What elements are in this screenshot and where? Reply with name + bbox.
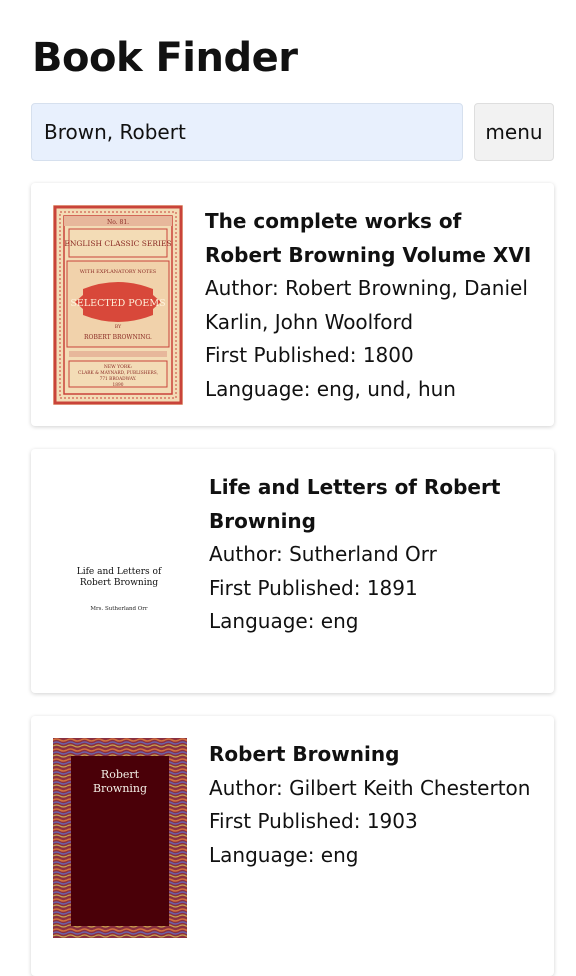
book-first-published: First Published: 1903 (209, 809, 418, 833)
search-input[interactable] (31, 103, 463, 161)
cover-number: No. 81. (107, 219, 129, 226)
search-bar: menu (31, 103, 554, 161)
book-language: Language: eng (209, 842, 359, 867)
cover-year: 1890 (113, 383, 124, 388)
book-title[interactable]: The complete works of Robert Browning Vo… (205, 205, 540, 272)
book-language: Language: eng (209, 609, 359, 633)
result-card[interactable]: Life and Letters of Robert Browning Mrs.… (31, 449, 554, 693)
book-first-published: First Published: 1800 (205, 343, 414, 367)
book-first-published: First Published: 1891 (209, 575, 418, 600)
cover-author: Mrs. Sutherland Orr (90, 606, 148, 612)
cover-title-line-1: Robert (101, 768, 140, 781)
cover-city: NEW YORK: (104, 364, 133, 370)
book-author: Author: Gilbert Keith Chesterton (209, 775, 531, 800)
cover-publisher: CLARK & MAYNARD, PUBLISHERS, (78, 371, 158, 376)
book-cover-image[interactable]: Robert Browning (53, 738, 187, 938)
book-cover-image[interactable]: No. 81. ENGLISH CLASSIC SERIES WITH EXPL… (53, 205, 183, 405)
cover-title-line-2: Browning (93, 782, 147, 795)
book-title[interactable]: Life and Letters of Robert Browning (209, 471, 544, 538)
result-card[interactable]: Robert Browning Robert Browning Author: … (31, 716, 554, 976)
book-title[interactable]: Robert Browning (209, 738, 544, 772)
cover-title-line-1: Life and Letters of (77, 567, 162, 577)
cover-series: ENGLISH CLASSIC SERIES (64, 239, 171, 248)
cover-title-line-2: Robert Browning (80, 578, 159, 588)
book-author: Author: Robert Browning, Daniel Karlin, … (205, 276, 528, 334)
book-author: Author: Sutherland Orr (209, 542, 437, 566)
book-info: Robert Browning Author: Gilbert Keith Ch… (209, 738, 544, 872)
result-card[interactable]: No. 81. ENGLISH CLASSIC SERIES WITH EXPL… (31, 183, 554, 426)
cover-by: BY (115, 324, 122, 330)
book-language: Language: eng, und, hun (205, 376, 456, 401)
cover-address: 771 BROADWAY. (100, 377, 137, 382)
menu-button[interactable]: menu (474, 103, 554, 161)
page-title: Book Finder (32, 35, 298, 81)
book-info: Life and Letters of Robert Browning Auth… (209, 471, 544, 639)
cover-subtitle: WITH EXPLANATORY NOTES (80, 269, 157, 275)
cover-heading: SELECTED POEMS (70, 298, 165, 309)
book-cover-image[interactable]: Life and Letters of Robert Browning Mrs.… (53, 471, 185, 671)
book-info: The complete works of Robert Browning Vo… (205, 205, 540, 406)
cover-author: ROBERT BROWNING. (84, 334, 152, 341)
